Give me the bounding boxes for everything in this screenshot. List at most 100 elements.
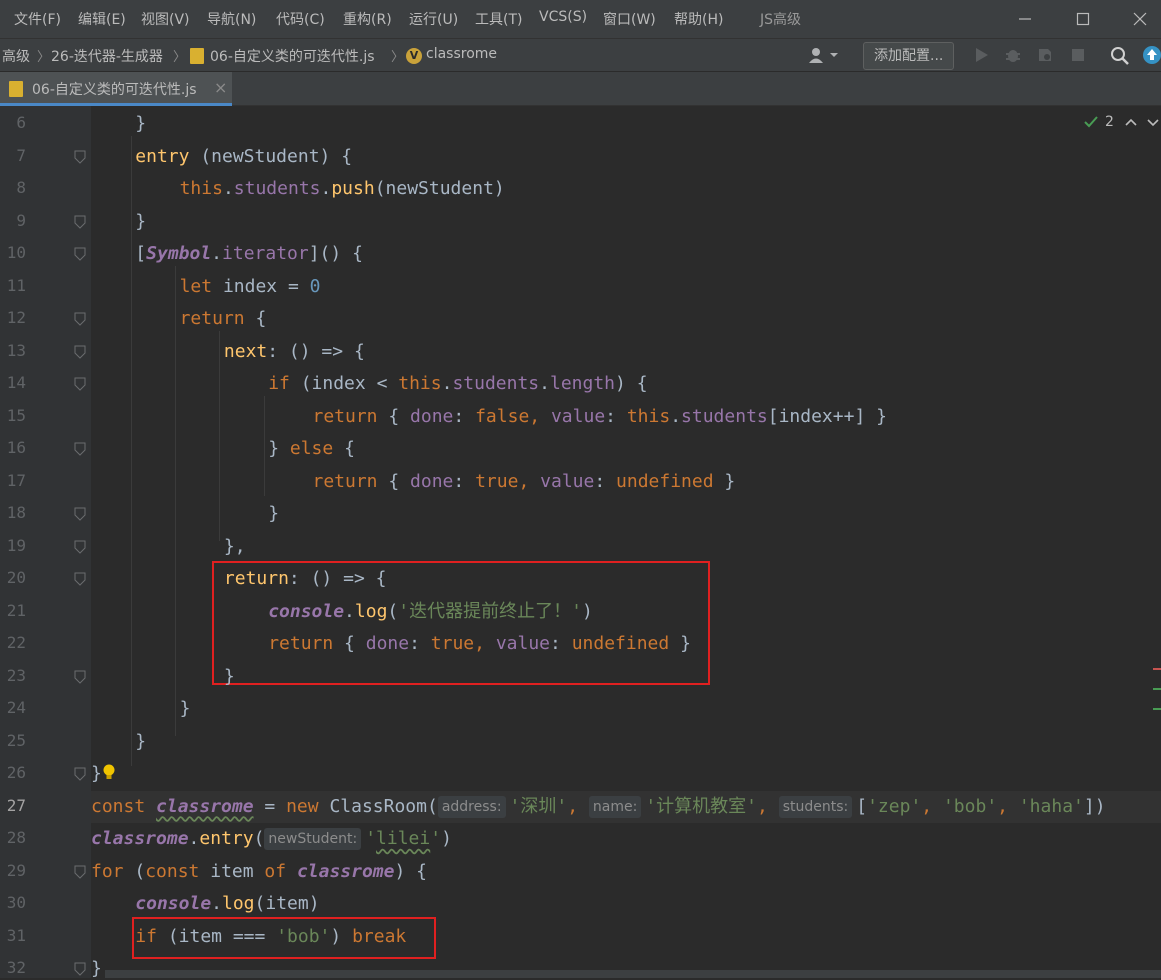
fold-marker-icon[interactable]: [74, 247, 86, 261]
menu-window[interactable]: 窗口(W): [603, 9, 656, 29]
code-token: .: [441, 373, 453, 394]
code-token: const: [91, 795, 146, 817]
fold-marker-icon[interactable]: [74, 962, 86, 976]
fold-marker-icon[interactable]: [74, 767, 86, 781]
stop-icon[interactable]: [1070, 47, 1086, 67]
code-token: log: [222, 893, 255, 914]
fold-marker-icon[interactable]: [74, 670, 86, 684]
code-line: }: [91, 726, 1161, 758]
menu-run[interactable]: 运行(U): [409, 9, 458, 29]
run-icon[interactable]: [972, 46, 990, 68]
menu-refactor[interactable]: 重构(R): [343, 9, 392, 29]
menu-file[interactable]: 文件(F): [14, 9, 61, 29]
fold-marker-icon[interactable]: [74, 345, 86, 359]
search-icon[interactable]: [1110, 46, 1130, 70]
add-configuration-button[interactable]: 添加配置...: [863, 42, 955, 70]
update-icon[interactable]: [1142, 45, 1161, 69]
fold-marker-icon[interactable]: [74, 572, 86, 586]
code-token: (: [253, 828, 265, 849]
code-token: .: [222, 178, 234, 199]
menu-help[interactable]: 帮助(H): [674, 9, 723, 29]
breadcrumb-symbol[interactable]: classrome: [426, 46, 497, 62]
code-token: .: [320, 178, 332, 199]
code-token: true: [430, 633, 475, 654]
fold-marker-icon[interactable]: [74, 377, 86, 391]
code-token: .: [670, 405, 682, 427]
line-number: 10: [6, 243, 26, 262]
line-number: 20: [6, 568, 26, 587]
line-number: 11: [6, 275, 26, 295]
code-token: value: [550, 405, 606, 427]
line-number: 9: [16, 210, 26, 230]
code-token: ,: [757, 795, 779, 817]
menu-navigate[interactable]: 导航(N): [207, 9, 256, 29]
code-token: this: [626, 405, 671, 427]
code-token: iterator: [222, 243, 309, 264]
fold-marker-icon[interactable]: [74, 865, 86, 879]
code-editor[interactable]: 2 } entry (newStudent) {this.students.pus…: [91, 106, 1161, 978]
fold-marker-icon[interactable]: [74, 442, 86, 456]
code-token: else: [289, 438, 334, 459]
maximize-icon: [1076, 12, 1090, 26]
minimize-icon: [1019, 18, 1031, 20]
line-number: 30: [6, 893, 26, 912]
maximize-button[interactable]: [1060, 0, 1106, 38]
code-token: length: [550, 373, 616, 394]
editor-tab[interactable]: 06-自定义类的可迭代性.js ×: [0, 72, 232, 106]
menu-bar: 文件(F) 编辑(E) 视图(V) 导航(N) 代码(C) 重构(R) 运行(U…: [0, 0, 1161, 38]
code-line: return { done: true, value: undefined }: [91, 628, 1161, 660]
code-line: }: [91, 953, 1161, 978]
code-line: next: () => {: [91, 336, 1161, 368]
code-token: }: [135, 730, 147, 752]
code-token: .: [211, 243, 223, 264]
code-token: ]() {: [308, 243, 363, 264]
code-token: .: [188, 828, 200, 849]
fold-marker-icon[interactable]: [74, 215, 86, 229]
debug-icon[interactable]: [1004, 46, 1022, 68]
code-token: :: [453, 470, 476, 492]
code-token: ClassRoom(: [318, 795, 438, 817]
code-token: }: [91, 958, 102, 978]
menu-code[interactable]: 代码(C): [276, 9, 325, 29]
code-token: done: [365, 633, 410, 654]
breadcrumb-folder[interactable]: 26-迭代器-生成器: [51, 46, 163, 66]
code-token: return: [268, 633, 334, 654]
tab-close-icon[interactable]: ×: [214, 78, 227, 97]
fold-marker-icon[interactable]: [74, 540, 86, 554]
code-token: index =: [212, 275, 310, 297]
code-token: '迭代器提前终止了！': [398, 600, 582, 622]
navigation-bar: 高级 〉 26-迭代器-生成器 〉 06-自定义类的可迭代性.js 〉 V cl…: [0, 38, 1161, 72]
menu-vcs[interactable]: VCS(S): [539, 9, 587, 25]
line-number: 16: [6, 438, 26, 457]
breadcrumb-file[interactable]: 06-自定义类的可迭代性.js: [210, 46, 375, 66]
code-token: }: [223, 665, 235, 687]
code-token: .: [539, 373, 550, 394]
lightbulb-icon[interactable]: [102, 763, 116, 784]
code-token: :: [605, 405, 627, 427]
code-token: (item): [254, 893, 320, 914]
minimize-button[interactable]: [1002, 0, 1048, 38]
code-line: classrome.entry(newStudent:'lilei'): [91, 823, 1161, 855]
code-line: }: [91, 661, 1161, 693]
code-token: value: [540, 470, 595, 492]
code-token: this: [179, 178, 223, 199]
fold-marker-icon[interactable]: [74, 150, 86, 164]
chevron-right-icon: 〉: [37, 50, 51, 65]
code-token: const: [145, 860, 200, 882]
line-number: 7: [16, 145, 26, 165]
code-line: }: [91, 693, 1161, 725]
user-icon[interactable]: [806, 45, 840, 65]
breadcrumb-project[interactable]: 高级: [2, 46, 30, 66]
code-token: {: [377, 405, 411, 427]
code-token: ,: [474, 633, 496, 654]
fold-marker-icon[interactable]: [74, 507, 86, 521]
code-token: let: [179, 275, 213, 297]
close-window-button[interactable]: [1117, 0, 1161, 38]
menu-tools[interactable]: 工具(T): [475, 9, 522, 29]
fold-marker-icon[interactable]: [74, 312, 86, 326]
coverage-icon[interactable]: [1036, 46, 1054, 68]
code-token: return: [223, 568, 289, 589]
menu-edit[interactable]: 编辑(E): [78, 9, 126, 29]
menu-view[interactable]: 视图(V): [141, 9, 190, 29]
